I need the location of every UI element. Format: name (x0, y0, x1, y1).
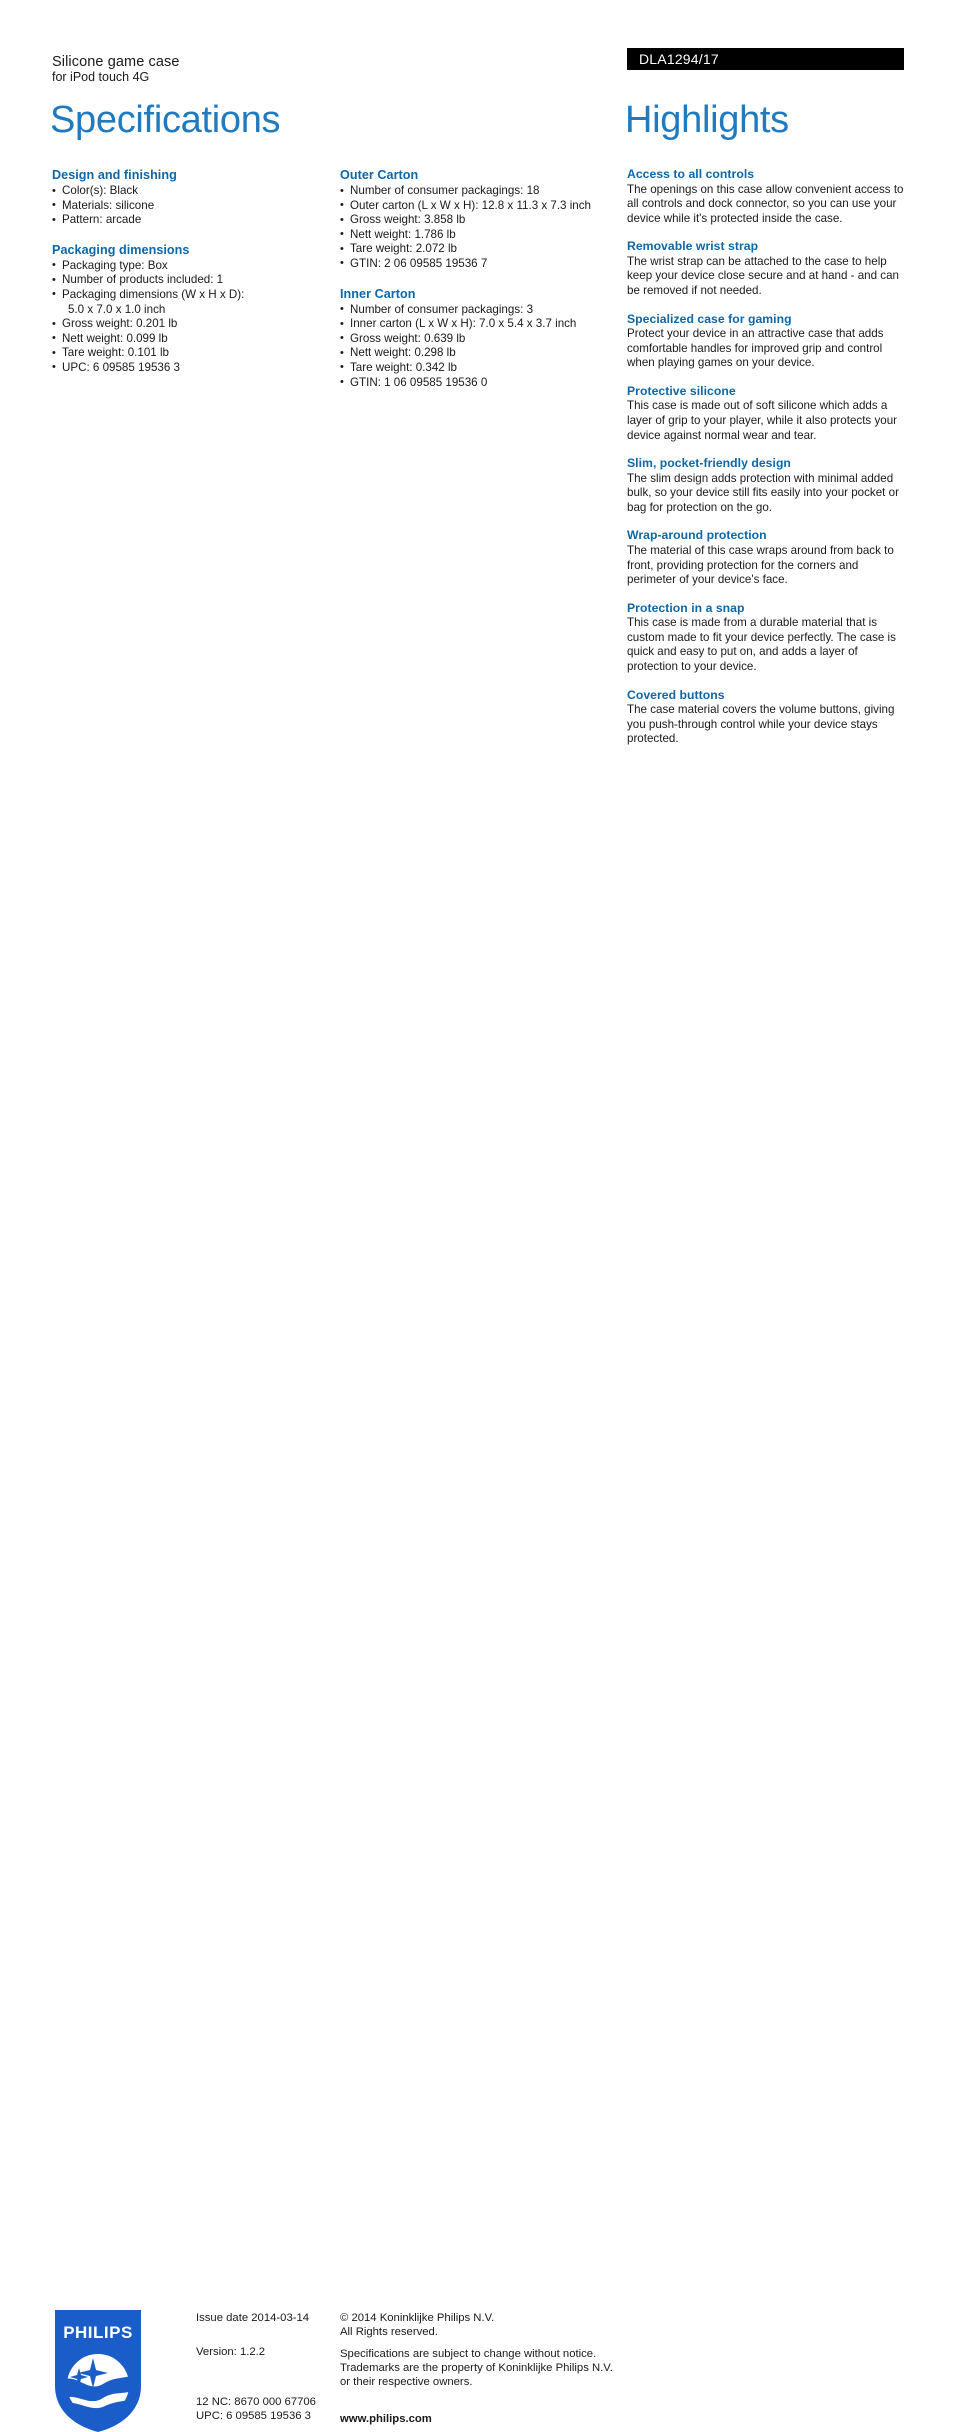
footer-website-link[interactable]: www.philips.com (340, 2412, 630, 2426)
spec-list-item: Pattern: arcade (52, 213, 332, 228)
spec-group: Design and finishing Color(s): BlackMater… (52, 167, 332, 228)
spec-list-item: Nett weight: 0.298 lb (340, 346, 620, 361)
spec-list-item: Nett weight: 1.786 lb (340, 227, 620, 243)
footer-codes: 12 NC: 8670 000 67706 UPC: 6 09585 19536… (196, 2395, 336, 2423)
highlight-item: Covered buttons The case material covers … (627, 688, 904, 747)
spec-list-item: Nett weight: 0.099 lb (52, 331, 332, 347)
footer-disclaimer-line-2: Trademarks are the property of Koninklij… (340, 2362, 613, 2375)
spec-list: Packaging type: BoxNumber of products in… (52, 258, 332, 376)
svg-text:PHILIPS: PHILIPS (63, 2323, 133, 2342)
highlight-body: Protect your device in an attractive cas… (627, 327, 884, 370)
product-code: DLA1294/17 (639, 51, 719, 67)
specifications-column-1: Design and finishing Color(s): BlackMater… (52, 167, 332, 376)
footer-nc-code: 12 NC: 8670 000 67706 (196, 2396, 316, 2408)
spec-list-item: Packaging dimensions (W x H x D): (52, 287, 332, 303)
spec-list-item: Tare weight: 2.072 lb (340, 242, 620, 257)
spec-list-item: Tare weight: 0.101 lb (52, 346, 332, 361)
highlight-body: The material of this case wraps around f… (627, 543, 894, 587)
footer-copyright: © 2014 Koninklijke Philips N.V. All Righ… (340, 2311, 630, 2339)
spec-group-title: Design and finishing (52, 168, 177, 182)
highlight-body: This case is made out of soft silicone w… (627, 399, 898, 442)
highlight-title: Specialized case for gaming (627, 311, 792, 326)
spec-group-title: Inner Carton (340, 286, 416, 301)
page-footer: PHILIPS Issue date 2014-03-14 Version: 1… (0, 1150, 954, 2432)
spec-list-item: Number of consumer packagings: 3 (340, 302, 620, 318)
page-title-highlights: Highlights (625, 99, 789, 141)
footer-copyright-line-2: All Rights reserved. (340, 2326, 438, 2339)
spec-list-item: UPC: 6 09585 19536 3 (52, 360, 332, 376)
spec-list-item: Materials: silicone (52, 198, 332, 214)
spec-list-item: Gross weight: 3.858 lb (340, 213, 620, 228)
footer-disclaimer-line-3: or their respective owners. (340, 2376, 473, 2389)
highlight-body: The case material covers the volume butt… (627, 703, 895, 746)
highlight-body: The slim design adds protection with min… (627, 471, 899, 514)
highlight-item: Protective silicone This case is made out… (627, 384, 904, 443)
highlight-body: The wrist strap can be attached to the c… (627, 254, 899, 297)
spec-list-item: Number of products included: 1 (52, 273, 332, 288)
spec-list-item: Inner carton (L x W x H): 7.0 x 5.4 x 3.… (340, 317, 620, 332)
highlight-item: Slim, pocket-friendly design The slim des… (627, 456, 904, 515)
spec-list-item: 5.0 x 7.0 x 1.0 inch (68, 302, 166, 316)
spec-list-item: Packaging type: Box (52, 258, 332, 274)
highlight-item: Removable wrist strap The wrist strap can… (627, 239, 904, 298)
highlight-item: Access to all controls The openings on th… (627, 167, 904, 226)
highlight-title: Protective silicone (627, 383, 736, 398)
spec-group: Inner CartonNumber of consumer packaging… (340, 286, 620, 391)
spec-list-item: Outer carton (L x W x H): 12.8 x 11.3 x … (340, 198, 620, 214)
spec-list: Number of consumer packagings: 3Inner ca… (340, 302, 620, 391)
product-code-banner: DLA1294/17 (627, 48, 904, 70)
footer-upc: UPC: 6 09585 19536 3 (196, 2410, 311, 2423)
spec-list-item: GTIN: 2 06 09585 19536 7 (340, 256, 620, 272)
page-title-specifications: Specifications (50, 99, 281, 141)
spec-list-item: Color(s): Black (52, 184, 332, 199)
footer-copyright-line-1: © 2014 Koninklijke Philips N.V. (340, 2312, 495, 2324)
spec-list-item: Gross weight: 0.201 lb (52, 317, 332, 332)
footer-disclaimer: Specifications are subject to change wit… (340, 2347, 630, 2390)
highlight-item: Protection in a snap This case is made fr… (627, 601, 904, 675)
philips-logo: PHILIPS (55, 2310, 141, 2432)
highlights-column: Access to all controls The openings on th… (627, 167, 904, 747)
footer-version: Version: 1.2.2 (196, 2346, 266, 2358)
spec-list: Number of consumer packagings: 18Outer c… (340, 184, 620, 272)
specifications-column-2: Outer Carton Number of consumer packaging… (340, 167, 620, 390)
spec-group: Outer Carton Number of consumer packaging… (340, 167, 620, 272)
spec-list-item: Gross weight: 0.639 lb (340, 331, 620, 347)
highlight-title: Protection in a snap (627, 600, 745, 615)
page-header: Silicone game case for iPod touch 4G DLA… (0, 0, 954, 150)
highlight-title: Access to all controls (627, 167, 755, 181)
highlight-title: Wrap-around protection (627, 528, 767, 543)
spec-list-item: Number of consumer packagings: 18 (340, 184, 620, 199)
highlight-item: Wrap-around protection The material of th… (627, 528, 904, 587)
spec-list: Color(s): BlackMaterials: siliconePatter… (52, 184, 332, 228)
highlight-title: Removable wrist strap (627, 239, 759, 254)
highlight-title: Slim, pocket-friendly design (627, 456, 791, 471)
product-name: Silicone game case (52, 54, 180, 70)
footer-disclaimer-line-1: Specifications are subject to change wit… (340, 2348, 597, 2360)
product-subtitle: for iPod touch 4G (52, 70, 150, 84)
footer-issue-date: Issue date 2014-03-14 (196, 2312, 310, 2324)
spec-group: Packaging dimensionsPackaging type: BoxN… (52, 242, 332, 376)
spec-group-title: Packaging dimensions (52, 242, 190, 257)
highlight-item: Specialized case for gaming Protect your … (627, 312, 904, 371)
highlight-body: This case is made from a durable materia… (627, 616, 896, 673)
highlight-title: Covered buttons (627, 687, 725, 702)
spec-list-item: Tare weight: 0.342 lb (340, 360, 620, 376)
spec-list-item: GTIN: 1 06 09585 19536 0 (340, 375, 620, 391)
highlight-body: The openings on this case allow convenie… (627, 182, 904, 225)
spec-group-title: Outer Carton (340, 168, 419, 182)
